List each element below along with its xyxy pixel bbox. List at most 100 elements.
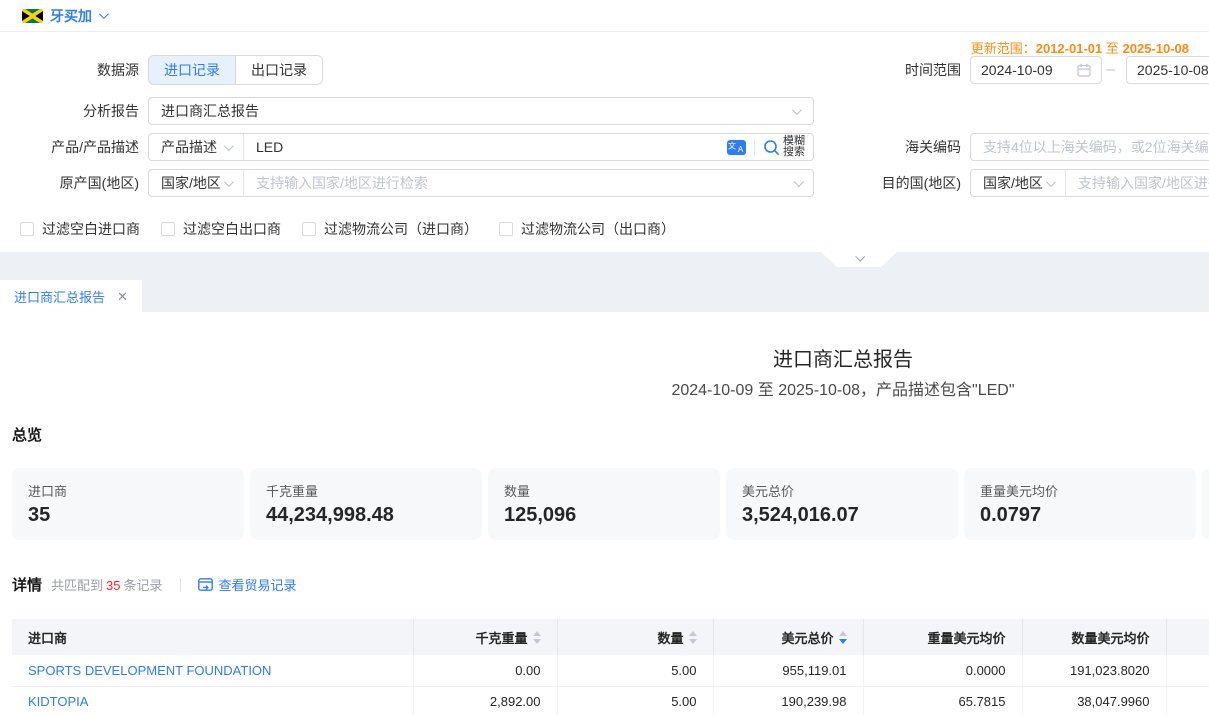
checkbox-icon[interactable]: [20, 222, 34, 236]
stat-card-partial: [1202, 468, 1209, 540]
date-to-input[interactable]: 2025-10-08: [1126, 56, 1209, 84]
cell-usd-per-weight: 65.7815: [863, 686, 1022, 715]
col-header-usd-total[interactable]: 美元总价: [713, 619, 863, 655]
view-trade-records-link[interactable]: 查看贸易记录: [198, 575, 297, 594]
stat-card-quantity: 数量 125,096: [488, 468, 720, 540]
checkbox-icon[interactable]: [302, 222, 316, 236]
detail-heading: 详情: [12, 574, 42, 595]
customs-code-label: 海关编码: [860, 133, 961, 161]
tab-strip: 进口商汇总报告 ✕: [0, 252, 1209, 312]
cell-partial: [1166, 686, 1209, 715]
importer-table: 进口商 千克重量 数量 美元总价: [12, 619, 1209, 715]
filter-checkbox-row: 过滤空白进口商 过滤空白出口商 过滤物流公司（进口商） 过滤物流公司（出口商）: [20, 219, 675, 239]
jamaica-flag-icon: [22, 9, 43, 23]
report-content: 进口商汇总报告 2024-10-09 至 2025-10-08，产品描述包含"L…: [0, 312, 1209, 715]
customs-code-control: [970, 133, 1209, 161]
report-type-select[interactable]: 进口商汇总报告: [148, 97, 814, 125]
origin-country-input[interactable]: [244, 170, 794, 196]
product-search-control: 产品描述 文 A 模糊搜索: [148, 133, 814, 161]
checkbox-filter-logistics-exporter[interactable]: 过滤物流公司（出口商）: [499, 219, 675, 239]
fuzzy-search-toggle[interactable]: 模糊搜索: [763, 136, 805, 158]
date-from-value: 2024-10-09: [981, 62, 1053, 78]
svg-text:A: A: [738, 145, 744, 154]
chevron-down-icon: [855, 252, 865, 262]
report-title: 进口商汇总报告: [0, 343, 1209, 372]
destination-mode-select[interactable]: 国家/地区: [971, 170, 1065, 196]
stat-card-usd-per-weight: 重量美元均价 0.0797: [964, 468, 1196, 540]
product-keyword-input[interactable]: [244, 134, 719, 160]
cell-usd-per-quantity: 191,023.8020: [1022, 655, 1166, 686]
chevron-down-icon: [1046, 177, 1056, 187]
country-selector[interactable]: 牙买加: [22, 6, 106, 26]
cell-usd-total: 955,119.01: [713, 655, 863, 686]
divider: [180, 578, 181, 592]
app-window: 牙买加 更新范围：2012-01-01 至 2025-10-08 数据源 进口记…: [0, 0, 1209, 715]
importer-link[interactable]: SPORTS DEVELOPMENT FOUNDATION: [12, 655, 413, 686]
cell-usd-total: 190,239.98: [713, 686, 863, 715]
report-type-label: 分析报告: [0, 97, 139, 125]
table-row: SPORTS DEVELOPMENT FOUNDATION 0.00 5.00 …: [12, 655, 1209, 686]
checkbox-filter-blank-importer[interactable]: 过滤空白进口商: [20, 219, 140, 239]
chevron-down-icon: [224, 177, 234, 187]
stat-card-importers: 进口商 35: [12, 468, 244, 540]
trade-records-icon: [198, 578, 213, 591]
stat-card-usd-total: 美元总价 3,524,016.07: [726, 468, 958, 540]
filter-panel: 更新范围：2012-01-01 至 2025-10-08 数据源 进口记录 出口…: [0, 33, 1209, 252]
report-type-value: 进口商汇总报告: [161, 101, 259, 121]
divider: [754, 139, 755, 155]
col-header-usd-per-quantity: 数量美元均价: [1022, 619, 1166, 655]
importer-link[interactable]: KIDTOPIA: [12, 686, 413, 715]
match-count-text: 共匹配到35条记录: [51, 575, 163, 594]
col-header-quantity[interactable]: 数量: [557, 619, 713, 655]
origin-mode-select[interactable]: 国家/地区: [149, 170, 243, 196]
origin-country-control: 国家/地区: [148, 169, 814, 197]
close-icon[interactable]: ✕: [117, 290, 128, 303]
chevron-down-icon: [99, 9, 109, 19]
report-subtitle: 2024-10-09 至 2025-10-08，产品描述包含"LED": [0, 376, 1209, 400]
cell-quantity: 5.00: [557, 655, 713, 686]
origin-country-label: 原产国(地区): [0, 169, 139, 197]
checkbox-icon[interactable]: [161, 222, 175, 236]
customs-code-input[interactable]: [971, 134, 1209, 160]
fuzzy-search-label: 模糊搜索: [783, 136, 805, 158]
date-from-input[interactable]: 2024-10-09: [970, 56, 1102, 84]
checkbox-filter-logistics-importer[interactable]: 过滤物流公司（进口商）: [302, 219, 478, 239]
chevron-down-icon: [794, 177, 804, 187]
table-row: KIDTOPIA 2,892.00 5.00 190,239.98 65.781…: [12, 686, 1209, 715]
product-mode-select[interactable]: 产品描述: [149, 134, 243, 160]
sort-icons-active-desc[interactable]: [839, 631, 847, 644]
tab-export-records[interactable]: 出口记录: [235, 56, 322, 84]
tab-importer-summary-report[interactable]: 进口商汇总报告 ✕: [0, 280, 142, 312]
translate-icon[interactable]: 文 A: [727, 140, 746, 155]
date-to-value: 2025-10-08: [1137, 62, 1209, 78]
datasource-tabs: 进口记录 出口记录: [148, 55, 323, 85]
cell-partial: [1166, 655, 1209, 686]
product-label: 产品/产品描述: [0, 133, 139, 161]
cell-usd-per-weight: 0.0000: [863, 655, 1022, 686]
tab-import-records[interactable]: 进口记录: [149, 56, 235, 84]
overview-cards: 进口商 35 千克重量 44,234,998.48 数量 125,096 美元总…: [12, 468, 1209, 540]
country-name: 牙买加: [50, 6, 92, 26]
overview-heading: 总览: [12, 424, 42, 445]
tab-title: 进口商汇总报告: [14, 287, 105, 306]
cell-kg-weight: 0.00: [413, 655, 557, 686]
checkbox-filter-blank-exporter[interactable]: 过滤空白出口商: [161, 219, 281, 239]
col-header-importer: 进口商: [12, 619, 413, 655]
checkbox-icon[interactable]: [499, 222, 513, 236]
cell-kg-weight: 2,892.00: [413, 686, 557, 715]
collapse-filters-handle[interactable]: [821, 252, 897, 267]
time-range-label: 时间范围: [849, 55, 961, 85]
match-count: 35: [106, 578, 120, 593]
destination-country-label: 目的国(地区): [840, 169, 961, 197]
sort-icons[interactable]: [533, 631, 541, 644]
update-range-text: 更新范围：2012-01-01 至 2025-10-08: [971, 38, 1189, 57]
sort-icons[interactable]: [689, 631, 697, 644]
chevron-down-icon: [224, 141, 234, 151]
chevron-down-icon: [792, 105, 802, 115]
detail-header-row: 详情 共匹配到35条记录 查看贸易记录: [12, 574, 297, 595]
destination-country-input[interactable]: [1066, 170, 1209, 196]
destination-country-control: 国家/地区: [970, 169, 1209, 197]
cell-usd-per-quantity: 38,047.9960: [1022, 686, 1166, 715]
col-header-kg-weight[interactable]: 千克重量: [413, 619, 557, 655]
datasource-label: 数据源: [0, 55, 139, 85]
